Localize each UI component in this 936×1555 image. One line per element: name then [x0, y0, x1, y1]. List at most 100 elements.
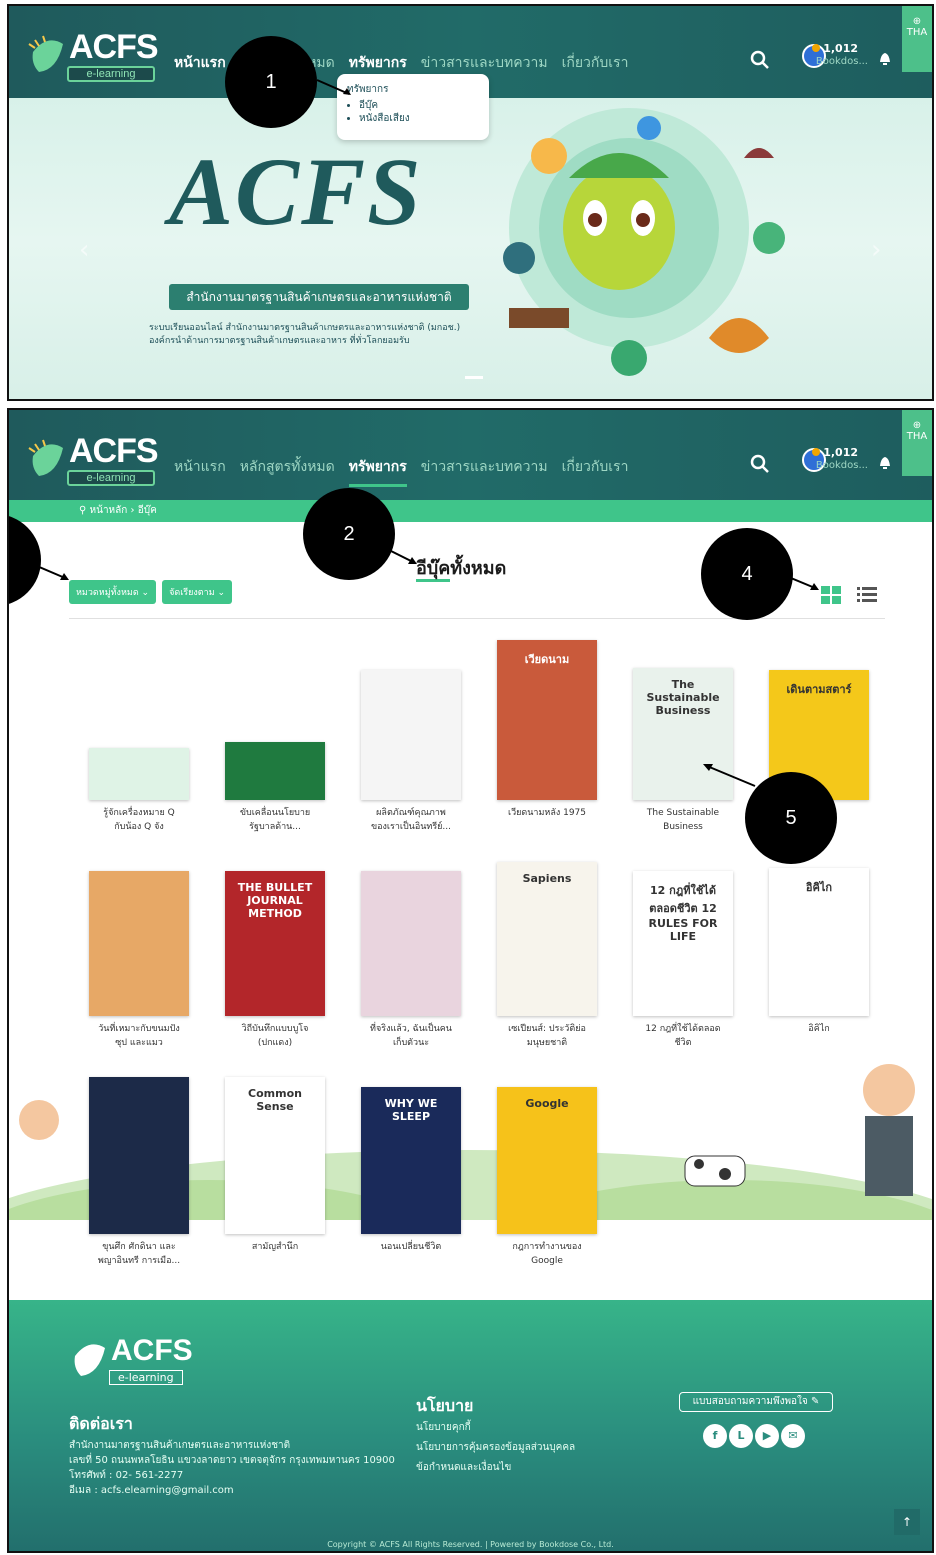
policy-links: นโยบายคุกกี้ นโยบายการคุ้มครองข้อมูลส่วน… — [416, 1418, 575, 1478]
ebook-cover[interactable]: THE BULLET JOURNAL METHOD — [225, 871, 325, 1016]
ebook-title[interactable]: เซเปียนส์: ประวัติย่อ มนุษยชาติ — [487, 1022, 607, 1050]
dropdown-item-audiobook[interactable]: หนังสือเสียง — [359, 112, 479, 125]
ebook-title-line2: รัฐบาลด้าน... — [249, 822, 301, 832]
ebook-cover-text: Common Sense — [248, 1087, 302, 1113]
edit-icon: ✎ — [810, 1396, 820, 1407]
page-title-part2: ทั้งหมด — [450, 558, 507, 579]
ebook-cover[interactable] — [225, 742, 325, 800]
facebook-icon[interactable]: f — [703, 1424, 727, 1448]
ebook-cover[interactable] — [361, 670, 461, 800]
ebook-title[interactable]: ผลิตภัณฑ์คุณภาพ ของเราเป็นอินทรีย์... — [351, 806, 471, 834]
breadcrumb-separator: › — [130, 505, 138, 516]
user-name[interactable]: Bookdos... — [816, 56, 868, 67]
ebook-cover[interactable] — [89, 748, 189, 800]
ebook-cover[interactable]: 12 กฎที่ใช้ได้ ตลอดชีวิต 12 RULES FOR LI… — [633, 871, 733, 1016]
ebook-cover[interactable]: Sapiens — [497, 862, 597, 1016]
contact-heading: ติดต่อเรา — [69, 1414, 133, 1433]
ebook-title[interactable]: เวียดนามหลัง 1975 — [487, 806, 607, 820]
survey-button[interactable]: แบบสอบถามความพึงพอใจ ✎ — [679, 1392, 833, 1412]
bell-icon[interactable] — [878, 50, 892, 66]
nav-news[interactable]: ข่าวสารและบทความ — [421, 52, 548, 74]
back-to-top-button[interactable]: ↑ — [894, 1509, 920, 1535]
callout-arrow-5 — [703, 764, 756, 787]
top-navbar-2: ACFS e-learning หน้าแรก หลักสูตรทั้งหมด … — [9, 410, 932, 502]
ebook-title[interactable]: The Sustainable Business — [623, 806, 743, 834]
policy-heading: นโยบาย — [416, 1396, 474, 1415]
ebook-title[interactable]: กฎการทำงานของ Google — [487, 1240, 607, 1268]
category-filter-button[interactable]: หมวดหมู่ทั้งหมด ⌄ — [69, 580, 157, 604]
mail-icon[interactable]: ✉ — [781, 1424, 805, 1448]
acfs-logo-2[interactable]: ACFS e-learning — [27, 428, 159, 488]
ebook-cover[interactable] — [89, 871, 189, 1016]
ebook-title[interactable]: 12 กฎที่ใช้ได้ตลอด ชีวิต — [623, 1022, 743, 1050]
ebook-cover[interactable]: เวียดนาม — [497, 640, 597, 800]
ebook-cover[interactable]: อิคิไก — [769, 868, 869, 1016]
nav-resources[interactable]: ทรัพยากร — [349, 52, 407, 74]
ebook-title-line1: รู้จักเครื่องหมาย Q — [103, 808, 175, 818]
ebook-title-line1: เซเปียนส์: ประวัติย่อ — [508, 1024, 586, 1034]
ebook-cover[interactable]: WHY WE SLEEP — [361, 1087, 461, 1234]
list-view-icon[interactable] — [857, 586, 877, 604]
breadcrumb: ⚲ หน้าหลัก › อีบุ๊ค — [9, 500, 932, 522]
ebook-cover-text: The Sustainable Business — [646, 678, 720, 717]
terms-link[interactable]: ข้อกำหนดและเงื่อนไข — [416, 1458, 575, 1478]
dropdown-item-ebook[interactable]: อีบุ๊ค — [359, 99, 479, 112]
ebook-title-line1: อิคิไก — [808, 1024, 830, 1034]
nav-courses[interactable]: หลักสูตรทั้งหมด — [240, 456, 335, 487]
divider — [69, 618, 885, 619]
logo-sub: e-learning — [67, 470, 155, 486]
language-switch[interactable]: ⊕ THA — [902, 410, 932, 476]
breadcrumb-home[interactable]: หน้าหลัก — [90, 505, 128, 516]
ebook-title[interactable]: อิคิไก — [759, 1022, 879, 1036]
ebook-cover[interactable] — [361, 871, 461, 1016]
nav-home[interactable]: หน้าแรก — [174, 52, 226, 74]
ebook-title[interactable]: นอนเปลี่ยนชีวิต — [351, 1240, 471, 1254]
grid-view-icon[interactable] — [821, 586, 841, 604]
footer-logo[interactable]: ACFS e-learning — [69, 1330, 209, 1390]
ebook-title[interactable]: วิถีบันทึกแบบบูโจ (ปกแดง) — [215, 1022, 335, 1050]
search-icon[interactable] — [750, 454, 770, 474]
coin-icon — [812, 448, 821, 456]
ebook-title-line1: 12 กฎที่ใช้ได้ตลอด — [645, 1024, 721, 1034]
ebook-cover[interactable]: Google — [497, 1087, 597, 1234]
ebook-title-line1: เวียดนามหลัง 1975 — [508, 808, 586, 818]
privacy-policy-link[interactable]: นโยบายการคุ้มครองข้อมูลส่วนบุคคล — [416, 1438, 575, 1458]
ebook-title-line2: Google — [531, 1256, 563, 1266]
dropdown-heading: ทรัพยากร — [347, 84, 389, 95]
youtube-icon[interactable]: ▶ — [755, 1424, 779, 1448]
nav-about[interactable]: เกี่ยวกับเรา — [562, 456, 629, 487]
ebook-title[interactable]: รู้จักเครื่องหมาย Q กับน้อง Q จัง — [79, 806, 199, 834]
ebook-cover[interactable] — [89, 1077, 189, 1234]
callout-arrow-4 — [791, 577, 819, 590]
callout-arrow-1 — [316, 79, 351, 95]
contact-address: เลขที่ 50 ถนนพหลโยธิน แขวงลาดยาว เขตจตุจ… — [69, 1455, 395, 1466]
ebook-title-line1: The Sustainable — [646, 808, 720, 818]
banner-description: ระบบเรียนออนไลน์ สำนักงานมาตรฐานสินค้าเก… — [149, 323, 461, 346]
contact-email[interactable]: อีเมล : acfs.elearning@gmail.com — [69, 1483, 395, 1498]
ebook-title[interactable]: ขับเคลื่อนนโยบาย รัฐบาลด้าน... — [215, 806, 335, 834]
acfs-logo[interactable]: ACFS e-learning — [27, 24, 159, 84]
globe-icon: ⊕ — [912, 16, 922, 27]
logo-word: ACFS — [69, 28, 159, 66]
language-switch[interactable]: ⊕ THA — [902, 6, 932, 72]
line-icon[interactable]: L — [729, 1424, 753, 1448]
coin-count: 1,012 — [812, 446, 858, 459]
ebook-title[interactable]: สามัญสำนึก — [215, 1240, 335, 1254]
nav-resources[interactable]: ทรัพยากร — [348, 456, 407, 487]
ebook-title[interactable]: ขุนศึก ศักดินา และ พญาอินทรี การเมือ... — [79, 1240, 199, 1268]
bell-icon[interactable] — [878, 454, 892, 470]
sort-button[interactable]: จัดเรียงตาม ⌄ — [162, 580, 233, 604]
cookie-policy-link[interactable]: นโยบายคุกกี้ — [416, 1418, 575, 1438]
search-icon[interactable] — [750, 50, 770, 70]
leaf-logo-icon — [28, 439, 63, 476]
nav-news[interactable]: ข่าวสารและบทความ — [421, 456, 548, 487]
pin-icon: ⚲ — [79, 505, 90, 516]
ebook-cover[interactable]: Common Sense — [225, 1077, 325, 1234]
ebook-title[interactable]: วันที่เหมาะกับขนมปัง ซุป และแมว — [79, 1022, 199, 1050]
nav-about[interactable]: เกี่ยวกับเรา — [562, 52, 629, 74]
callout-2: 2 — [303, 488, 395, 580]
nav-home[interactable]: หน้าแรก — [174, 456, 226, 487]
chevron-down-icon: ⌄ — [141, 588, 150, 598]
ebook-title[interactable]: ที่จริงแล้ว, ฉันเป็นคน เก็บตัวนะ — [351, 1022, 471, 1050]
user-name[interactable]: Bookdos... — [816, 460, 868, 471]
